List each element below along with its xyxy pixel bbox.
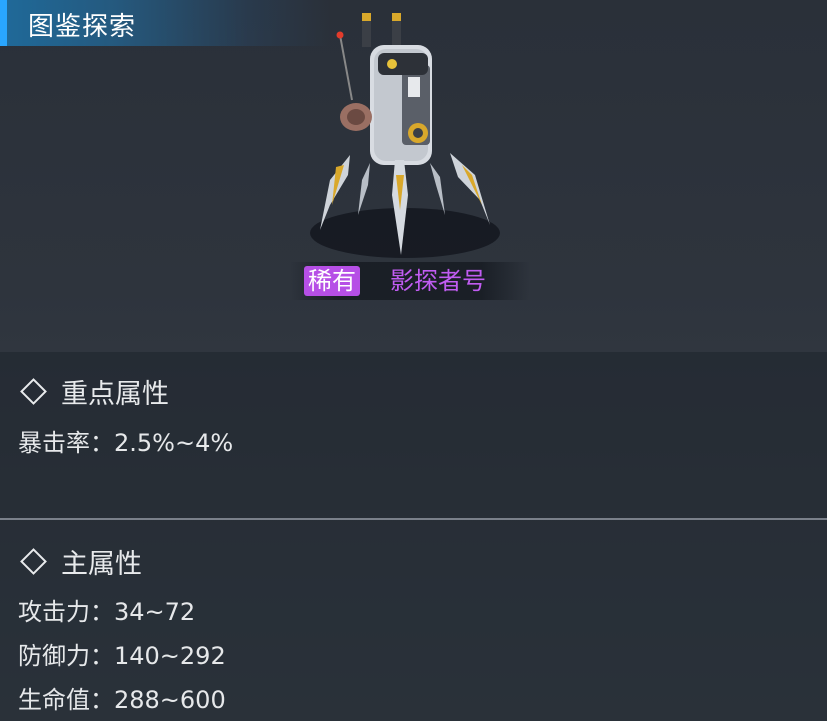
stat-attack: 攻击力：34~72 (18, 598, 196, 626)
unit-name: 影探者号 (390, 267, 486, 295)
diamond-icon (20, 548, 47, 575)
main-attributes-header: 主属性 (18, 542, 142, 581)
page-header: 图鉴探索 (0, 0, 330, 46)
unit-nameplate: 稀有 影探者号 (290, 262, 530, 300)
unit-portrait (300, 5, 510, 260)
diamond-icon (20, 378, 47, 405)
robot-illustration (310, 13, 500, 258)
rarity-badge: 稀有 (304, 266, 360, 296)
stat-defense: 防御力：140~292 (18, 642, 226, 670)
stat-hp: 生命值：288~600 (18, 686, 226, 714)
header-accent-bar (0, 0, 7, 46)
page-title: 图鉴探索 (28, 12, 137, 42)
main-attributes-title: 主属性 (61, 549, 142, 580)
stat-crit-rate: 暴击率：2.5%~4% (18, 429, 234, 457)
key-attributes-header: 重点属性 (18, 372, 169, 411)
key-attributes-title: 重点属性 (61, 379, 169, 410)
